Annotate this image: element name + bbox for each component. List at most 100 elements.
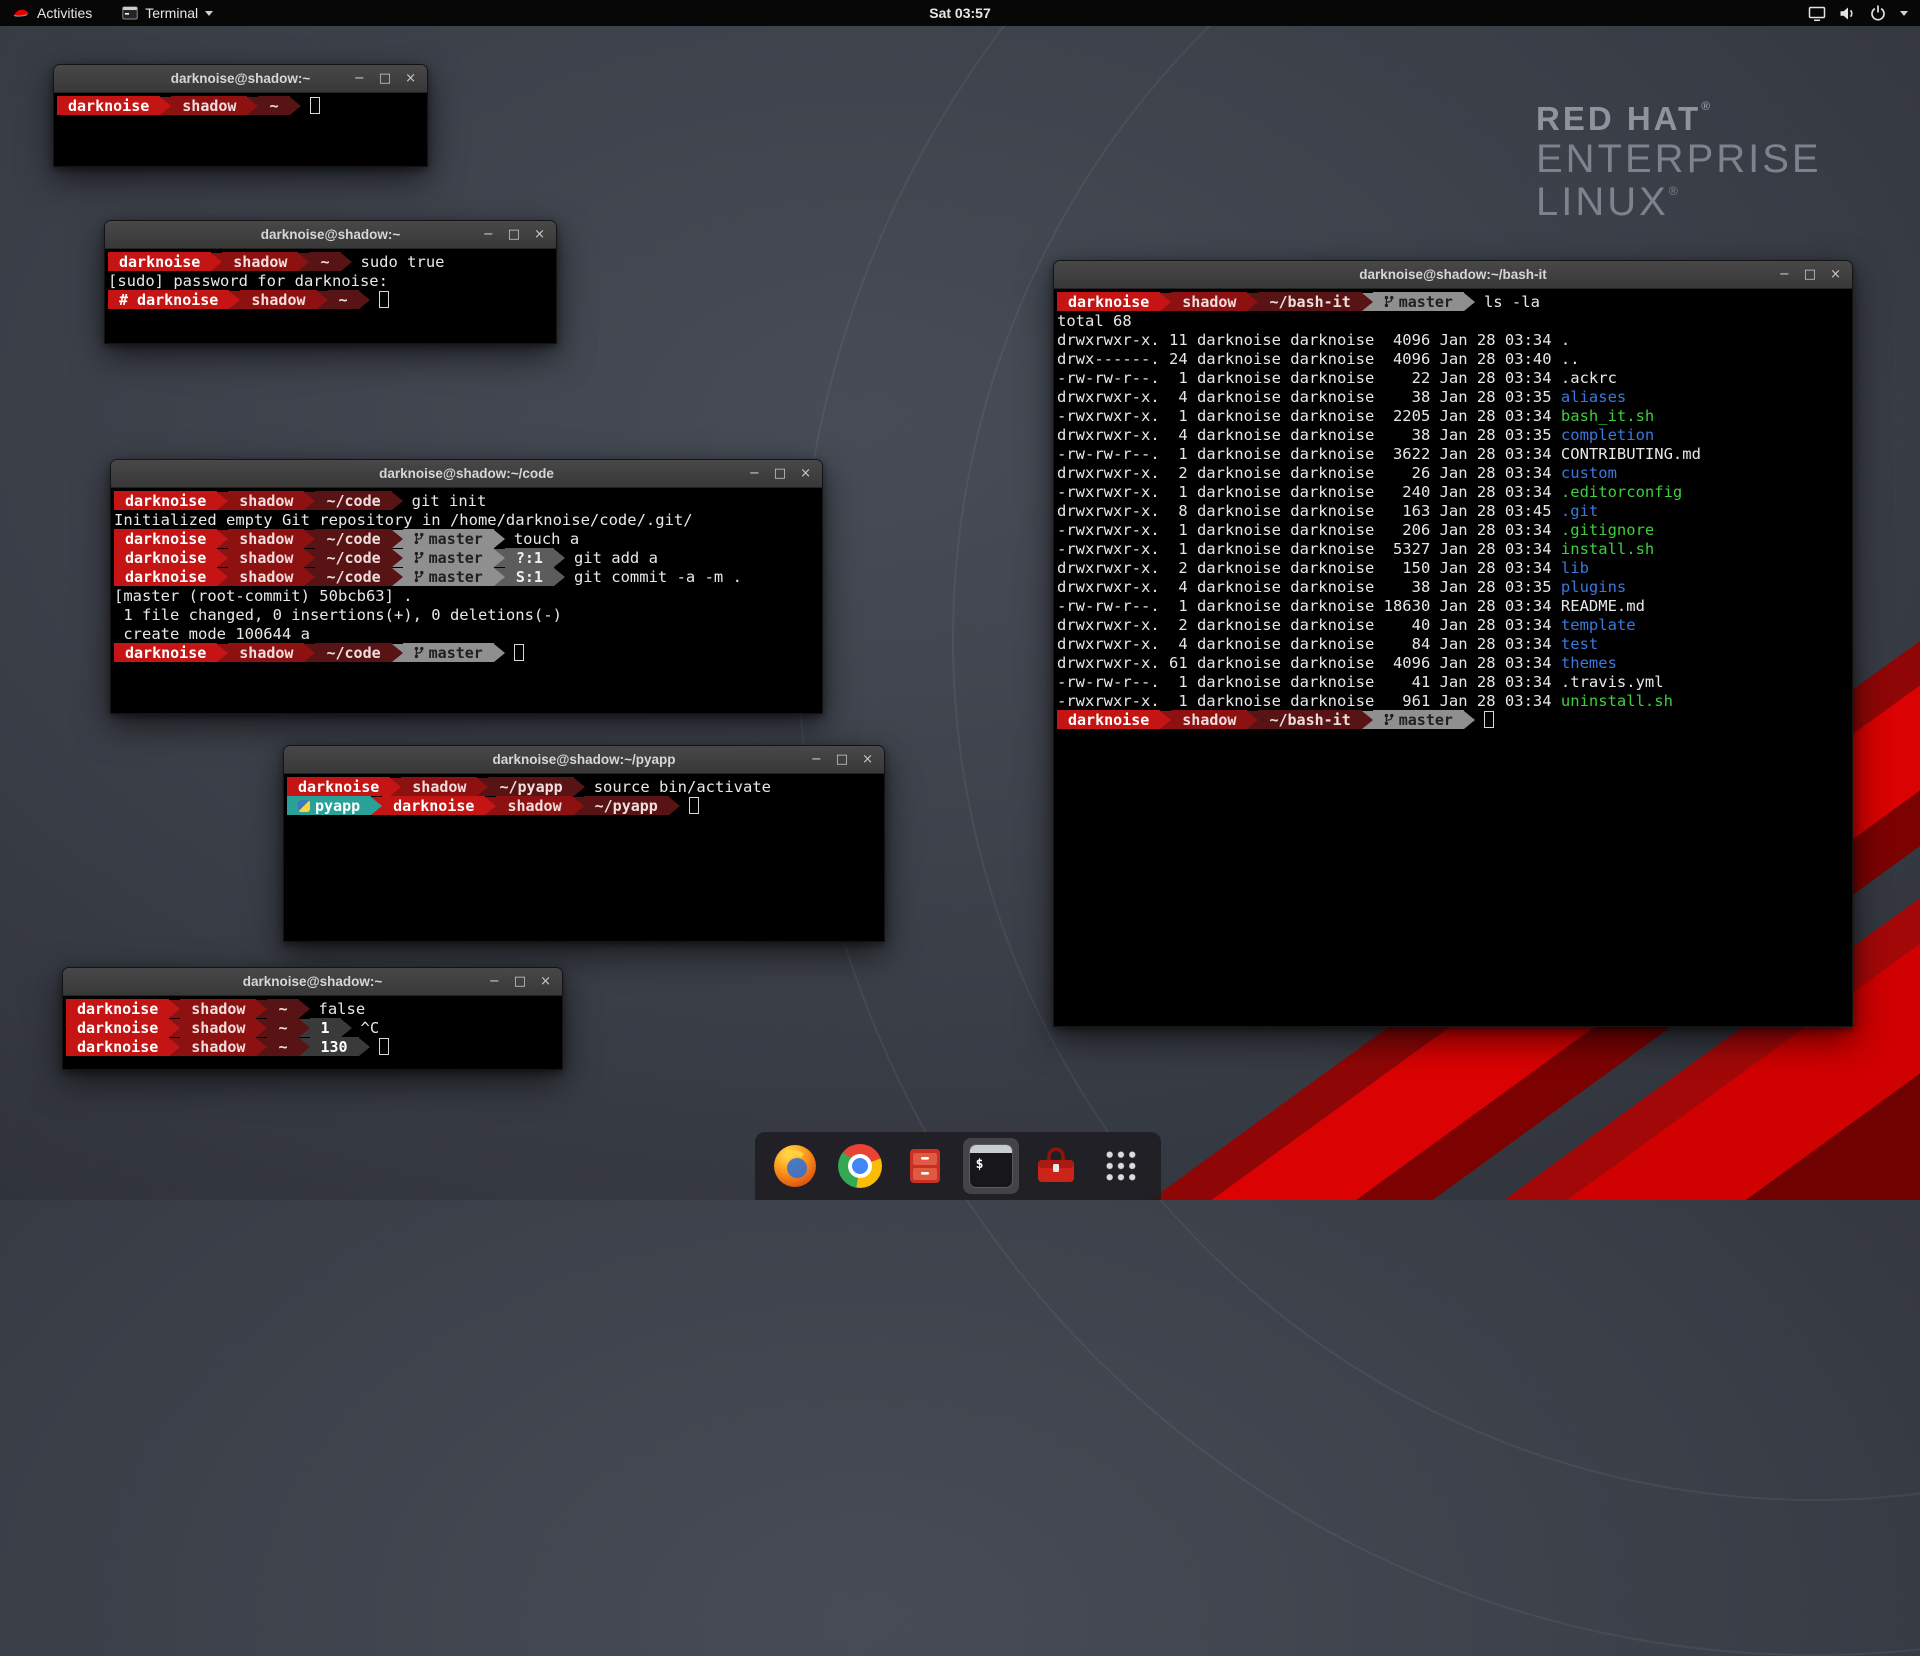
terminal-line: pyappdarknoiseshadow~/pyapp: [287, 796, 881, 815]
terminal-text: .: [1561, 331, 1570, 349]
prompt-segment: shadow: [180, 999, 256, 1018]
terminal-content[interactable]: darknoiseshadow~/bash-itmasterls -latota…: [1054, 289, 1852, 1026]
powerline-separator: [494, 568, 505, 586]
powerline-separator: [217, 530, 228, 548]
command-text: git add a: [565, 549, 658, 567]
dock-item-terminal[interactable]: [963, 1138, 1019, 1194]
terminal-cursor: [1484, 711, 1494, 728]
maximize-button[interactable]: □: [1804, 261, 1816, 288]
terminal-line: -rw-rw-r--. 1 darknoise darknoise 22 Jan…: [1057, 368, 1849, 387]
terminal-line: [master (root-commit) 50bcb63] .: [114, 586, 819, 605]
close-button[interactable]: ×: [540, 968, 551, 995]
prompt-segment: ~/code: [315, 491, 391, 510]
powerline-separator: [494, 530, 505, 548]
system-status-area[interactable]: [1808, 4, 1920, 22]
minimize-button[interactable]: −: [354, 65, 365, 92]
minimize-button[interactable]: −: [1779, 261, 1790, 288]
terminal-text: 1 file changed, 0 insertions(+), 0 delet…: [114, 606, 562, 624]
dock-item-app-grid[interactable]: [1093, 1138, 1149, 1194]
minimize-button[interactable]: −: [489, 968, 500, 995]
terminal-text: custom: [1561, 464, 1617, 482]
terminal-line: darknoiseshadow~130: [66, 1037, 559, 1056]
minimize-button[interactable]: −: [749, 460, 760, 487]
powerline-separator: [169, 1019, 180, 1037]
terminal-line: drwx------. 24 darknoise darknoise 4096 …: [1057, 349, 1849, 368]
terminal-text: Initialized empty Git repository in /hom…: [114, 511, 693, 529]
maximize-button[interactable]: □: [508, 221, 520, 248]
dock-item-chrome[interactable]: [832, 1138, 888, 1194]
dock-item-files[interactable]: [897, 1138, 953, 1194]
prompt-segment: shadow: [180, 1018, 256, 1037]
window-titlebar[interactable]: darknoise@shadow:~ − □ ×: [63, 968, 562, 996]
powerline-separator: [669, 797, 680, 815]
app-menu[interactable]: Terminal: [114, 0, 221, 26]
dock-item-firefox[interactable]: [767, 1138, 823, 1194]
terminal-text: [sudo] password for darknoise:: [108, 272, 397, 290]
close-button[interactable]: ×: [534, 221, 545, 248]
branch-icon: [414, 646, 424, 659]
powerline-separator: [494, 644, 505, 662]
prompt-segment: shadow: [180, 1037, 256, 1056]
prompt-segment: ~/code: [315, 643, 391, 662]
command-text: ls -la: [1475, 293, 1540, 311]
clock[interactable]: Sat 03:57: [929, 5, 990, 21]
prompt-segment: darknoise: [114, 548, 217, 567]
prompt-segment: darknoise: [66, 999, 169, 1018]
terminal-content[interactable]: darknoiseshadow~sudo true[sudo] password…: [105, 249, 556, 343]
maximize-button[interactable]: □: [836, 746, 848, 773]
terminal-app-icon: [122, 6, 138, 20]
terminal-content[interactable]: darknoiseshadow~falsedarknoiseshadow~1^C…: [63, 996, 562, 1069]
powerline-separator: [299, 1038, 310, 1056]
powerline-separator: [392, 549, 403, 567]
terminal-content[interactable]: darknoiseshadow~: [54, 93, 427, 166]
prompt-segment: ~/code: [315, 548, 391, 567]
activities-button[interactable]: Activities: [4, 0, 100, 26]
terminal-line: darknoiseshadow~: [57, 96, 424, 115]
prompt-segment: ~/bash-it: [1258, 292, 1361, 311]
maximize-button[interactable]: □: [379, 65, 391, 92]
app-grid-icon: [1104, 1149, 1138, 1183]
close-button[interactable]: ×: [862, 746, 873, 773]
terminal-content[interactable]: darknoiseshadow~/codegit initInitialized…: [111, 488, 822, 713]
maximize-button[interactable]: □: [514, 968, 526, 995]
close-button[interactable]: ×: [800, 460, 811, 487]
terminal-text: CONTRIBUTING.md: [1561, 445, 1701, 463]
powerline-separator: [1362, 293, 1373, 311]
terminal-content[interactable]: darknoiseshadow~/pyappsource bin/activat…: [284, 774, 884, 941]
terminal-line: -rwxrwxr-x. 1 darknoise darknoise 5327 J…: [1057, 539, 1849, 558]
powerline-separator: [1160, 293, 1171, 311]
powerline-separator: [392, 530, 403, 548]
close-button[interactable]: ×: [1830, 261, 1841, 288]
close-button[interactable]: ×: [405, 65, 416, 92]
branding-enterprise: ENTERPRISE: [1536, 139, 1822, 180]
terminal-line: drwxrwxr-x. 4 darknoise darknoise 84 Jan…: [1057, 634, 1849, 653]
terminal-line: darknoiseshadow~/codegit init: [114, 491, 819, 510]
window-titlebar[interactable]: darknoise@shadow:~/bash-it − □ ×: [1054, 261, 1852, 289]
terminal-line: drwxrwxr-x. 61 darknoise darknoise 4096 …: [1057, 653, 1849, 672]
prompt-segment: 130: [310, 1037, 359, 1056]
dock-item-toolbox[interactable]: [1028, 1138, 1084, 1194]
terminal-window: darknoise@shadow:~/bash-it − □ × darknoi…: [1053, 260, 1853, 1027]
prompt-segment: master: [403, 548, 494, 567]
prompt-segment: darknoise: [287, 777, 390, 796]
window-titlebar[interactable]: darknoise@shadow:~/pyapp − □ ×: [284, 746, 884, 774]
toolbox-icon: [1034, 1144, 1078, 1188]
terminal-line: darknoiseshadow~false: [66, 999, 559, 1018]
terminal-text: install.sh: [1561, 540, 1654, 558]
terminal-line: darknoiseshadow~/bash-itmaster: [1057, 710, 1849, 729]
maximize-button[interactable]: □: [774, 460, 786, 487]
window-titlebar[interactable]: darknoise@shadow:~ − □ ×: [105, 221, 556, 249]
terminal-line: drwxrwxr-x. 4 darknoise darknoise 38 Jan…: [1057, 577, 1849, 596]
minimize-button[interactable]: −: [483, 221, 494, 248]
terminal-text: -rw-rw-r--. 1 darknoise darknoise 22 Jan…: [1057, 369, 1561, 387]
terminal-cursor: [689, 797, 699, 814]
prompt-segment: darknoise: [1057, 292, 1160, 311]
prompt-segment: ~: [258, 96, 289, 115]
prompt-segment: shadow: [1171, 292, 1247, 311]
window-titlebar[interactable]: darknoise@shadow:~ − □ ×: [54, 65, 427, 93]
minimize-button[interactable]: −: [811, 746, 822, 773]
terminal-text: drwxrwxr-x. 4 darknoise darknoise 38 Jan…: [1057, 388, 1561, 406]
prompt-segment: shadow: [171, 96, 247, 115]
branch-icon: [1384, 295, 1394, 308]
window-titlebar[interactable]: darknoise@shadow:~/code − □ ×: [111, 460, 822, 488]
